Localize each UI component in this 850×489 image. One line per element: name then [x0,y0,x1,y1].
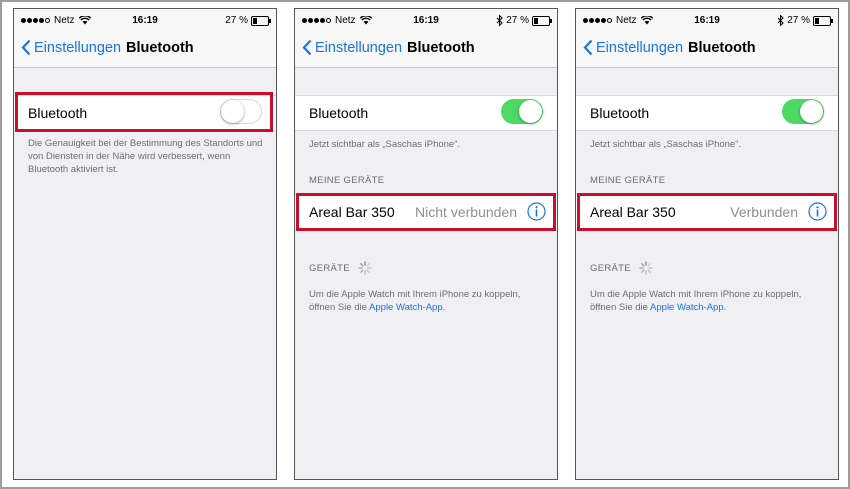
apple-watch-note: Um die Apple Watch mit Ihrem iPhone zu k… [590,289,802,313]
status-bar: Netz 16:19 27 % [14,9,276,31]
battery-percent: 27 % [506,15,529,26]
back-label: Einstellungen [596,39,684,56]
my-devices-header: MEINE GERÄTE [309,175,385,186]
visible-as-text: Jetzt sichtbar als „Saschas iPhone“. [590,139,742,150]
loading-spinner-icon [639,261,653,275]
back-label: Einstellungen [34,39,122,56]
page-title: Bluetooth [126,40,194,56]
battery-icon [251,15,271,26]
bluetooth-toggle[interactable] [782,99,824,124]
nav-bar: Einstellungen Bluetooth [295,31,557,68]
devices-header: GERÄTE [309,261,372,275]
bluetooth-label: Bluetooth [590,105,650,121]
highlight-box-bluetooth-toggle [15,92,273,132]
bluetooth-row: Bluetooth [295,95,557,131]
highlight-box-device [577,193,837,231]
chevron-left-icon [583,39,593,56]
phone-screen-2: Netz 16:19 27 % Einstellungen Bluetooth … [294,8,558,480]
phone-screen-3: Netz 16:19 27 % Einstellungen Bluetooth … [575,8,839,480]
nav-bar: Einstellungen Bluetooth [14,31,276,68]
highlight-box-device [296,193,556,231]
nav-bar: Einstellungen Bluetooth [576,31,838,68]
devices-header: GERÄTE [590,261,653,275]
bluetooth-icon [777,15,784,26]
battery-icon [813,15,833,26]
battery-percent: 27 % [225,15,248,26]
bluetooth-footnote: Die Genauigkeit bei der Bestimmung des S… [28,138,263,175]
battery-group: 27 % [496,15,552,26]
my-devices-header: MEINE GERÄTE [590,175,666,186]
back-button[interactable]: Einstellungen [302,39,402,56]
battery-group: 27 % [225,15,271,26]
apple-watch-app-link[interactable]: Apple Watch-App [369,302,443,313]
apple-watch-app-link[interactable]: Apple Watch-App [650,302,724,313]
back-button[interactable]: Einstellungen [583,39,683,56]
page-title: Bluetooth [407,40,475,56]
chevron-left-icon [21,39,31,56]
chevron-left-icon [302,39,312,56]
loading-spinner-icon [358,261,372,275]
battery-icon [532,15,552,26]
bluetooth-label: Bluetooth [309,105,369,121]
page-title: Bluetooth [688,40,756,56]
bluetooth-icon [496,15,503,26]
status-bar: Netz 16:19 27 % [576,9,838,31]
bluetooth-toggle[interactable] [501,99,543,124]
battery-group: 27 % [777,15,833,26]
back-label: Einstellungen [315,39,403,56]
apple-watch-note: Um die Apple Watch mit Ihrem iPhone zu k… [309,289,521,313]
visible-as-text: Jetzt sichtbar als „Saschas iPhone“. [309,139,461,150]
back-button[interactable]: Einstellungen [21,39,121,56]
battery-percent: 27 % [787,15,810,26]
status-bar: Netz 16:19 27 % [295,9,557,31]
phone-screen-1: Netz 16:19 27 % Einstellungen Bluetooth … [13,8,277,480]
bluetooth-row: Bluetooth [576,95,838,131]
